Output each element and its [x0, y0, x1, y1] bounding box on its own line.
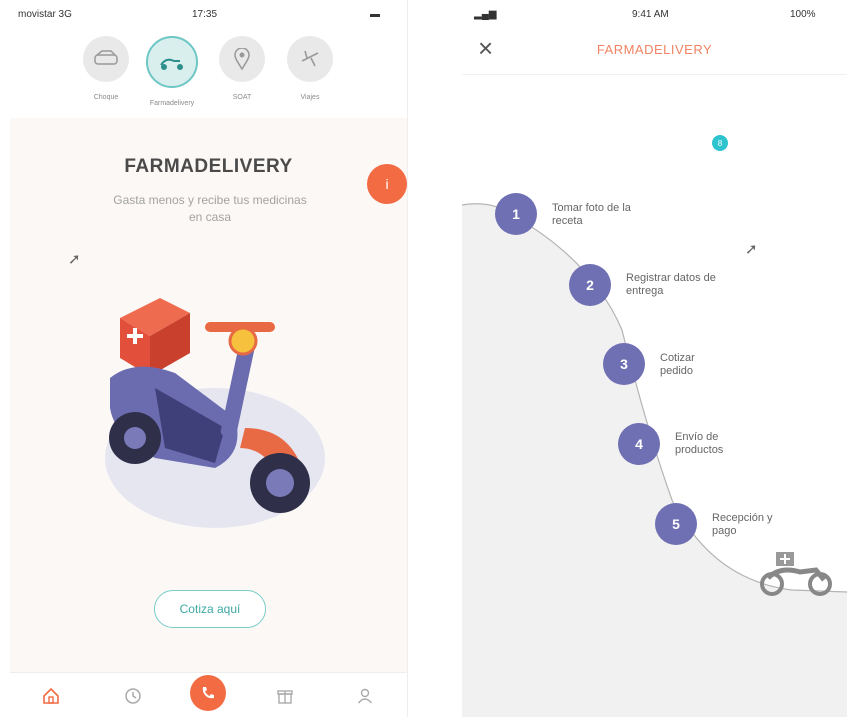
step-text: Cotizar pedido	[660, 352, 695, 377]
quote-button[interactable]: Cotiza aquí	[154, 590, 266, 628]
step-text: Registrar datos de entrega	[626, 272, 716, 297]
scooter-illustration	[105, 298, 325, 528]
step-number: 2	[569, 264, 611, 306]
gift-icon	[277, 690, 293, 704]
info-icon: i	[385, 176, 389, 192]
badge: 8	[712, 135, 728, 151]
category-farmadelivery[interactable]: Farmadelivery	[142, 36, 202, 107]
category-soat[interactable]: SOAT	[212, 36, 272, 101]
carrier-label: movistar 3G	[18, 9, 72, 20]
clock: 17:35	[192, 9, 218, 20]
category-choque[interactable]: Choque	[76, 36, 136, 101]
step-number: 5	[655, 503, 697, 545]
home-icon	[43, 687, 59, 704]
page-title: FARMADELIVERY	[124, 156, 293, 177]
steps-curve	[462, 203, 847, 717]
category-label: Viajes	[300, 94, 320, 101]
delivery-scooter-icon	[760, 552, 832, 596]
phone-screen-left: movistar 3G 17:35 ▬ Choque Farmadelivery…	[10, 0, 408, 717]
phone-screen-right: ▂▄▆ 9:41 AM 100% × FARMADELIVERY 8 ➚ 1 T…	[462, 0, 847, 717]
step-text: Recepción y pago	[712, 512, 773, 537]
tab-home[interactable]	[36, 683, 66, 709]
battery-icon: ▬	[370, 9, 380, 20]
mouse-cursor-icon: ➚	[745, 241, 758, 258]
category-viajes[interactable]: Viajes	[280, 36, 340, 101]
airplane-icon	[287, 36, 333, 82]
step-number: 1	[495, 193, 537, 235]
car-crash-icon	[83, 36, 129, 82]
step-text: Tomar foto de la receta	[552, 202, 631, 227]
history-icon	[125, 688, 141, 704]
page-subtitle: Gasta menos y recibe tus medicinas en ca…	[113, 193, 307, 224]
tab-benefits[interactable]	[270, 683, 300, 709]
status-bar: movistar 3G 17:35 ▬	[10, 0, 407, 26]
step-number: 3	[603, 343, 645, 385]
step-text: Envío de productos	[675, 431, 724, 456]
category-label: SOAT	[232, 94, 252, 101]
tab-profile[interactable]	[350, 683, 380, 709]
scooter-icon	[146, 36, 198, 88]
call-button[interactable]	[190, 675, 226, 711]
category-bar: Choque Farmadelivery SOAT Viajes	[10, 26, 407, 119]
user-icon	[357, 688, 373, 704]
step-number: 4	[618, 423, 660, 465]
category-label: Farmadelivery	[149, 100, 195, 107]
tab-bar	[10, 672, 407, 717]
location-pin-icon	[219, 36, 265, 82]
info-button[interactable]: i	[367, 164, 407, 204]
phone-icon	[202, 687, 214, 699]
mouse-cursor-icon: ➚	[68, 251, 81, 268]
category-label: Choque	[93, 94, 119, 101]
main-content: FARMADELIVERY Gasta menos y recibe tus m…	[10, 118, 407, 673]
tab-history[interactable]	[118, 683, 148, 709]
